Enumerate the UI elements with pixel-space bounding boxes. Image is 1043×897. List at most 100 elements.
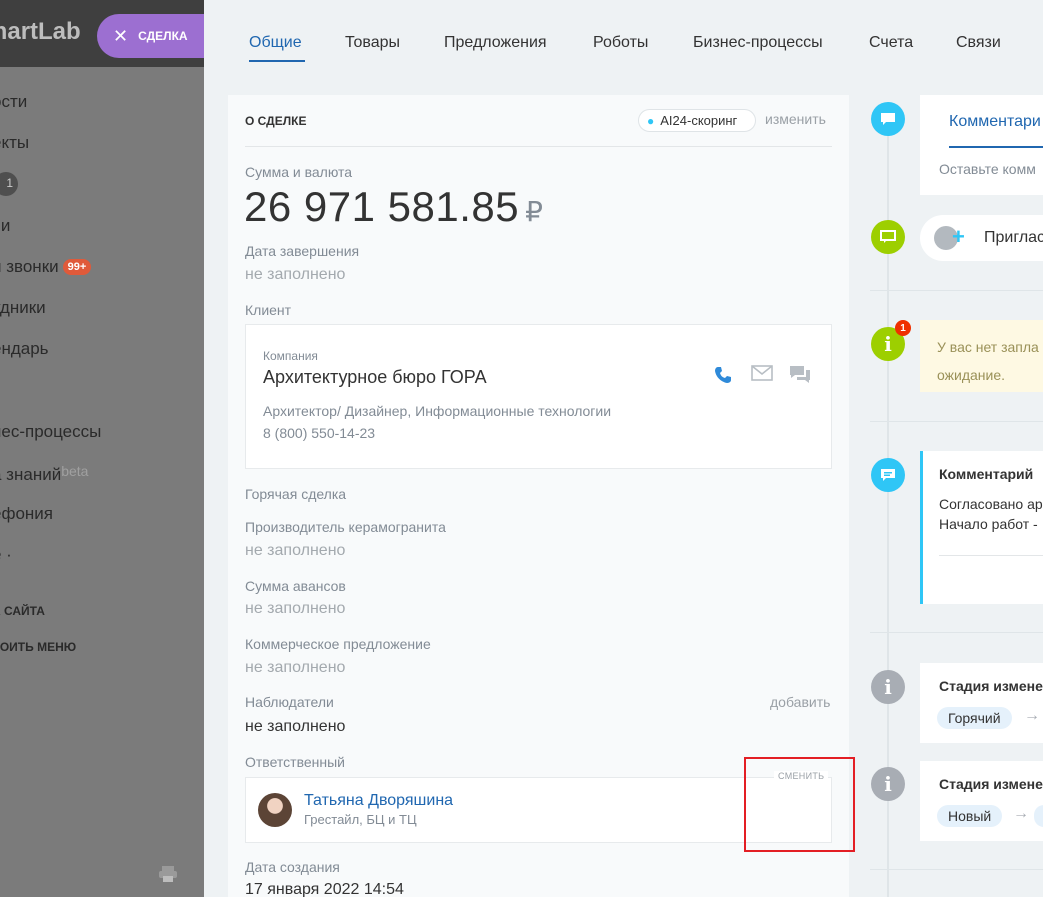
stage-change-entry: Стадия измене Горячий → <box>920 663 1043 743</box>
stage-title: Стадия измене <box>939 776 1043 792</box>
stage-title: Стадия измене <box>939 678 1043 694</box>
highlight-box <box>744 757 855 852</box>
active-tab-indicator <box>249 60 305 62</box>
warning-line-2: ожидание. <box>937 367 1005 383</box>
client-card: Компания Архитектурное бюро ГОРА Архитек… <box>245 324 832 469</box>
divider <box>870 632 1043 633</box>
tab-links[interactable]: Связи <box>956 34 1001 52</box>
printer-icon[interactable] <box>158 865 178 883</box>
divider <box>939 555 1043 556</box>
offer-label: Коммерческое предложение <box>245 636 431 652</box>
responsible-label: Ответственный <box>245 754 345 770</box>
sidebar-item-knowledge[interactable]: а знанийbeta <box>0 463 88 485</box>
warning-line-1: У вас нет запла <box>937 339 1039 355</box>
sidebar-item-bizproc[interactable]: нес-процессы <box>0 422 101 442</box>
notification-badge: 1 <box>895 320 911 336</box>
warning-panel: У вас нет запла ожидание. <box>920 320 1043 392</box>
sidebar-item-label: и звонки <box>0 257 59 276</box>
amount-label: Сумма и валюта <box>245 164 353 180</box>
stage-pill: Новый <box>937 805 1003 827</box>
client-name[interactable]: Архитектурное бюро ГОРА <box>263 367 487 388</box>
client-description: Архитектор/ Дизайнер, Информационные тех… <box>263 403 612 419</box>
stage-change-entry: Стадия измене Новый → <box>920 761 1043 841</box>
divider <box>870 869 1043 870</box>
manufacturer-value[interactable]: не заполнено <box>245 542 345 560</box>
divider <box>870 290 1043 291</box>
deal-button-label: СДЕЛКА <box>138 29 188 43</box>
beta-badge: beta <box>61 463 89 479</box>
sidebar-item-telephony[interactable]: ефония <box>0 504 53 524</box>
sidebar-item-employees[interactable]: удники <box>0 298 46 318</box>
hot-deal-label: Горячая сделка <box>245 486 347 502</box>
card-title: О СДЕЛКЕ <box>245 114 307 128</box>
ai-icon: ● <box>647 113 655 128</box>
tab-products[interactable]: Товары <box>345 34 400 52</box>
comment-icon <box>871 102 905 136</box>
chat-icon <box>871 220 905 254</box>
add-observer-link[interactable]: добавить <box>770 694 830 710</box>
sidebar-item-site-map[interactable]: А САЙТА <box>0 604 45 618</box>
responsible-department: Грестайл, БЦ и ТЦ <box>304 812 417 827</box>
arrow-right-icon: → <box>1024 707 1040 724</box>
end-date-value[interactable]: не заполнено <box>245 266 345 284</box>
warning-text: У вас нет запла ожидание. <box>937 333 1039 389</box>
divider <box>870 421 1043 422</box>
close-icon: ✕ <box>113 25 129 46</box>
avatar[interactable] <box>258 793 292 827</box>
info-icon: i <box>871 767 905 801</box>
chat-icon[interactable] <box>789 365 811 390</box>
currency-symbol: ₽ <box>525 196 544 227</box>
comment-title: Комментарий <box>939 466 1034 482</box>
info-icon: i <box>871 670 905 704</box>
deal-tabs: Общие Товары Предложения Роботы Бизнес-п… <box>204 0 1043 90</box>
sidebar-item-calendar[interactable]: ендарь <box>0 339 49 359</box>
sidebar-item-projects[interactable]: екты <box>0 133 29 153</box>
phone-icon[interactable] <box>713 365 733 390</box>
comment-entry[interactable]: Комментарий Согласовано ар Начало работ … <box>920 451 1043 604</box>
observers-value: не заполнено <box>245 718 346 735</box>
mail-icon[interactable] <box>751 365 773 386</box>
comment-input[interactable]: Оставьте комм <box>939 161 1036 177</box>
sidebar-item-label: а знаний <box>0 465 62 484</box>
tab-comment[interactable]: Комментари <box>949 113 1041 131</box>
divider <box>245 146 832 147</box>
manufacturer-label: Производитель керамогранита <box>245 519 446 535</box>
client-phone[interactable]: 8 (800) 550-14-23 <box>263 425 375 441</box>
sidebar: martLab ✕ СДЕЛКА ости екты 1 чи и звонки… <box>0 0 204 897</box>
edit-link[interactable]: изменить <box>765 111 826 127</box>
invite-button[interactable]: + Приглас <box>920 215 1043 261</box>
observers-label: Наблюдатели <box>245 694 334 710</box>
offer-value[interactable]: не заполнено <box>245 659 345 677</box>
ai-scoring-label: AI24-скоринг <box>660 113 738 128</box>
invite-label: Приглас <box>984 229 1043 246</box>
comment-editor: Комментари Оставьте комм <box>920 95 1043 195</box>
stage-pill: Горячий <box>937 707 1012 729</box>
plus-icon: + <box>952 224 965 249</box>
close-deal-button[interactable]: ✕ СДЕЛКА <box>97 14 204 58</box>
tab-invoices[interactable]: Счета <box>869 34 913 52</box>
ai-scoring-button[interactable]: ● AI24-скоринг <box>638 109 756 132</box>
sidebar-item-news[interactable]: ости <box>0 92 27 112</box>
tab-business-processes[interactable]: Бизнес-процессы <box>693 34 823 52</box>
arrow-right-icon: → <box>1013 805 1029 822</box>
end-date-label: Дата завершения <box>245 243 360 259</box>
tab-offers[interactable]: Предложения <box>444 34 547 52</box>
comment-text-line-1: Согласовано ар <box>939 496 1043 512</box>
sidebar-item-more[interactable]: е · <box>0 545 12 565</box>
comment-text-line-2: Начало работ - <box>939 516 1038 532</box>
sidebar-item-configure-menu[interactable]: РОИТЬ МЕНЮ <box>0 640 76 654</box>
created-label: Дата создания <box>245 859 340 875</box>
brand-logo: martLab <box>0 18 81 45</box>
comment-icon <box>871 458 905 492</box>
tab-general[interactable]: Общие <box>249 34 302 52</box>
advance-value[interactable]: не заполнено <box>245 600 345 618</box>
sidebar-item-calls[interactable]: и звонки99+ <box>0 257 92 277</box>
sidebar-counter: 1 <box>0 172 18 196</box>
responsible-name[interactable]: Татьяна Дворяшина <box>304 792 453 810</box>
amount-value: 26 971 581.85 ₽ <box>244 183 543 231</box>
tab-robots[interactable]: Роботы <box>593 34 648 52</box>
created-value: 17 января 2022 14:54 <box>245 881 404 897</box>
sidebar-item-tasks[interactable]: чи <box>0 216 10 236</box>
advance-label: Сумма авансов <box>245 578 346 594</box>
client-label: Клиент <box>245 302 292 318</box>
